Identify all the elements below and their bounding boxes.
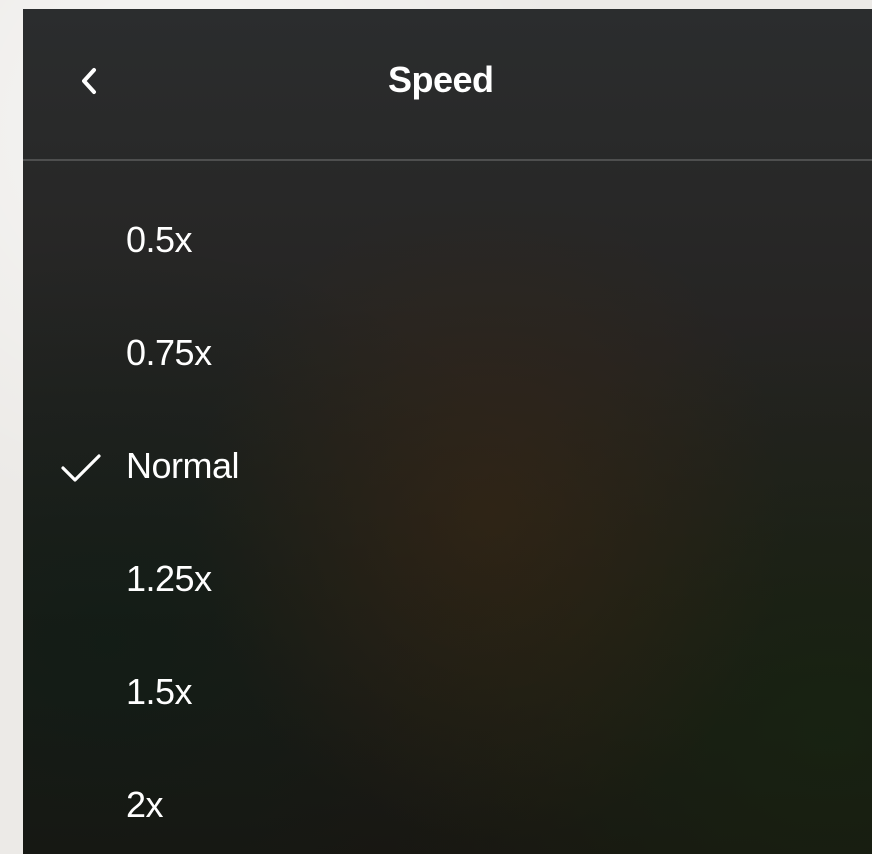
chevron-left-icon xyxy=(82,68,96,94)
check-slot xyxy=(59,448,103,488)
back-button[interactable] xyxy=(69,61,109,101)
speed-option-normal[interactable]: Normal xyxy=(23,408,872,521)
menu-header: Speed xyxy=(23,9,872,159)
speed-option-label: 2x xyxy=(126,784,164,825)
speed-option-1-25x[interactable]: 1.25x xyxy=(23,521,872,634)
speed-option-0-75x[interactable]: 0.75x xyxy=(23,295,872,408)
speed-option-1-5x[interactable]: 1.5x xyxy=(23,634,872,747)
checkmark-icon xyxy=(61,454,101,482)
speed-option-label: 1.5x xyxy=(126,671,193,712)
check-slot xyxy=(59,222,103,262)
check-slot xyxy=(59,674,103,714)
check-slot xyxy=(59,335,103,375)
header-divider xyxy=(23,159,872,161)
speed-option-label: 0.5x xyxy=(126,219,193,260)
menu-title: Speed xyxy=(388,59,494,100)
check-slot xyxy=(59,561,103,601)
speed-option-label: Normal xyxy=(126,445,240,486)
speed-option-label: 0.75x xyxy=(126,332,212,373)
speed-settings-panel: Speed 0.5x 0.75x Normal 1.25x 1.5x 2x xyxy=(23,9,872,854)
speed-option-2x[interactable]: 2x xyxy=(23,747,872,854)
speed-option-0-5x[interactable]: 0.5x xyxy=(23,182,872,295)
check-slot xyxy=(59,787,103,827)
speed-option-label: 1.25x xyxy=(126,558,212,599)
speed-options-list: 0.5x 0.75x Normal 1.25x 1.5x 2x xyxy=(23,182,872,854)
